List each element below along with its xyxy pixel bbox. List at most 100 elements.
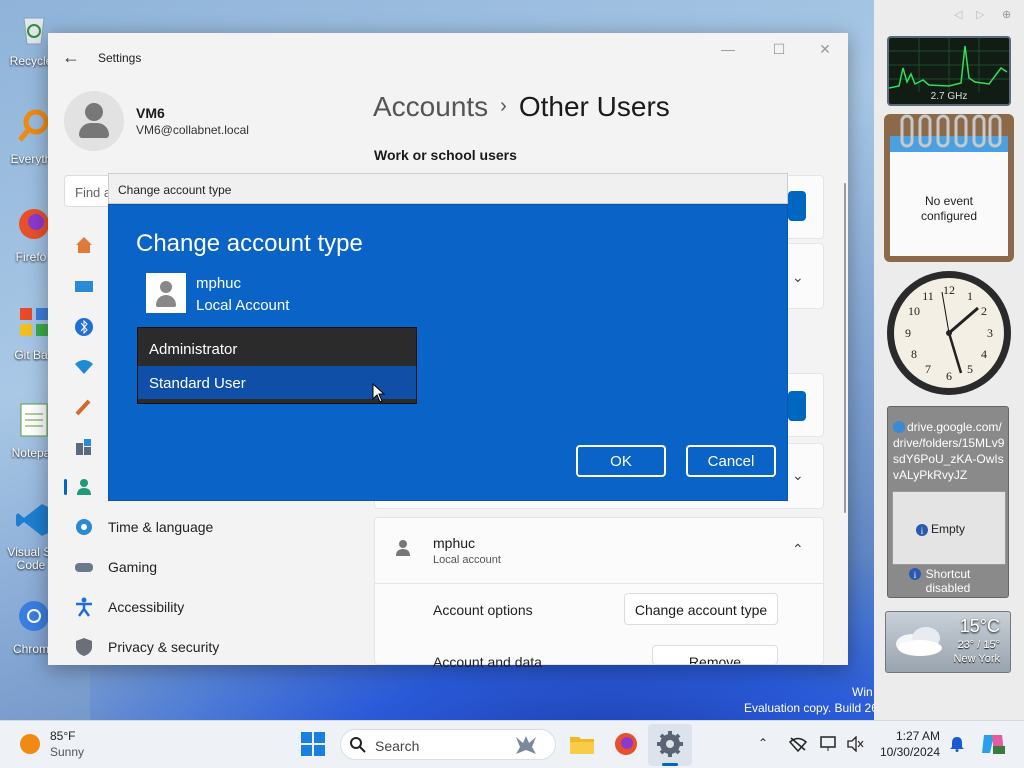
- remove-button[interactable]: Remove: [652, 645, 778, 665]
- calendar-text-line2: configured: [920, 209, 978, 223]
- weather-range: 23° / 15°: [957, 639, 1000, 651]
- start-button[interactable]: [300, 731, 326, 757]
- apps-icon[interactable]: [74, 437, 94, 457]
- section-title: Work or school users: [374, 147, 517, 163]
- notification-bell-icon[interactable]: [948, 736, 966, 752]
- taskbar-date[interactable]: 10/30/2024: [870, 745, 940, 759]
- chevron-up-icon[interactable]: ⌃: [758, 736, 776, 752]
- taskbar-time[interactable]: 1:27 AM: [880, 729, 940, 743]
- ok-button[interactable]: OK: [576, 445, 666, 477]
- copilot-icon[interactable]: [980, 731, 1006, 757]
- dialog-title: Change account type: [118, 183, 232, 197]
- drive-preview: i Empty: [892, 491, 1006, 565]
- dialog-title-bar: Change account type: [108, 173, 788, 204]
- taskbar-weather-temp[interactable]: 85°F: [50, 729, 75, 743]
- settings-gear-icon[interactable]: [656, 730, 684, 758]
- calendar-gadget[interactable]: No event configured: [884, 114, 1014, 262]
- analog-clock-gadget[interactable]: 12 12345 67891011: [884, 268, 1014, 398]
- cancel-button[interactable]: Cancel: [686, 445, 776, 477]
- info-icon: i: [916, 524, 928, 536]
- svg-text:11: 11: [922, 289, 934, 303]
- network-icon[interactable]: [74, 357, 94, 377]
- cpu-meter-gadget[interactable]: 2.7 GHz: [887, 36, 1011, 106]
- sun-icon[interactable]: [20, 734, 40, 754]
- taskbar-weather-desc[interactable]: Sunny: [50, 745, 84, 759]
- chevron-up-icon[interactable]: ⌃: [792, 541, 804, 558]
- svg-text:4: 4: [981, 347, 987, 361]
- add-gadget-icon[interactable]: ⊕: [1002, 8, 1011, 21]
- active-app-indicator: [662, 763, 678, 766]
- dialog-heading: Change account type: [136, 230, 363, 257]
- nav-item-label: Accessibility: [108, 599, 185, 615]
- network-offline-icon[interactable]: [789, 736, 807, 752]
- page-title: Other Users: [518, 91, 670, 122]
- search-icon: [350, 737, 366, 753]
- nav-item-privacy-security[interactable]: Privacy & security: [62, 629, 342, 665]
- cloud-icon: [896, 627, 942, 656]
- gamepad-icon: [75, 563, 93, 572]
- account-data-label: Account and data: [433, 654, 542, 670]
- close-button[interactable]: ✕: [811, 41, 839, 61]
- next-page-icon[interactable]: ▷: [976, 8, 984, 21]
- drive-shortcut-gadget[interactable]: drive.google.com/drive/folders/15MLv9sdY…: [887, 406, 1009, 598]
- svg-text:1: 1: [967, 289, 973, 303]
- nav-item-label: Privacy & security: [108, 639, 220, 655]
- svg-text:3: 3: [987, 326, 993, 340]
- drive-empty-label: Empty: [931, 522, 966, 536]
- display-icon[interactable]: [820, 736, 838, 752]
- breadcrumb-separator: ›: [500, 95, 507, 117]
- home-icon[interactable]: [74, 235, 94, 255]
- watermark-line2: Evaluation copy. Build 26: [744, 701, 878, 715]
- chevron-down-icon[interactable]: ⌄: [792, 269, 804, 286]
- user-name: VM6: [136, 105, 165, 121]
- drive-url: drive.google.com/drive/folders/15MLv9sdY…: [893, 420, 1005, 482]
- add-work-account-button[interactable]: [788, 191, 806, 221]
- chevron-down-icon[interactable]: ⌄: [792, 467, 804, 484]
- user-icon: [396, 540, 410, 556]
- breadcrumb-parent[interactable]: Accounts: [373, 91, 488, 122]
- title-bar: ← Settings — ☐ ✕: [48, 33, 848, 81]
- volume-muted-icon[interactable]: [846, 736, 864, 752]
- svg-text:10: 10: [908, 304, 920, 318]
- shortcut-line2: disabled: [925, 581, 971, 595]
- user-avatar-icon: [146, 273, 186, 313]
- accounts-icon[interactable]: [74, 477, 94, 497]
- nav-item-gaming[interactable]: Gaming: [62, 549, 342, 585]
- calendar-text-line1: No event: [924, 194, 974, 208]
- taskbar-search[interactable]: Search: [340, 729, 556, 760]
- svg-text:6: 6: [946, 369, 952, 383]
- user-email: VM6@collabnet.local: [136, 123, 249, 137]
- svg-text:5: 5: [967, 362, 973, 376]
- svg-text:12: 12: [943, 283, 955, 297]
- minimize-button[interactable]: —: [714, 41, 742, 61]
- nav-item-time-language[interactable]: Time & language: [62, 509, 342, 545]
- svg-text:7: 7: [925, 362, 931, 376]
- cpu-graph-icon: [888, 38, 1009, 92]
- nav-item-label: Time & language: [108, 519, 214, 535]
- shield-icon: [76, 638, 92, 656]
- user-row-type: Local account: [433, 554, 501, 566]
- option-administrator[interactable]: Administrator: [138, 332, 416, 365]
- watermark-line1: Win: [852, 685, 873, 699]
- accessibility-icon: [76, 597, 92, 617]
- prev-page-icon[interactable]: ◁: [954, 8, 962, 21]
- globe-clock-icon: [76, 519, 92, 535]
- back-arrow-icon[interactable]: ←: [62, 47, 82, 67]
- add-account-button[interactable]: [788, 391, 806, 421]
- weather-gadget[interactable]: 15°C 23° / 15° New York: [885, 611, 1011, 673]
- maximize-button[interactable]: ☐: [765, 41, 793, 61]
- firefox-taskbar-icon[interactable]: [612, 730, 640, 758]
- personalization-icon[interactable]: [74, 397, 94, 417]
- dialog-user-name: mphuc: [196, 275, 242, 292]
- mouse-cursor-icon: [372, 383, 386, 403]
- file-explorer-icon[interactable]: [568, 730, 596, 758]
- scrollbar[interactable]: [844, 183, 846, 513]
- search-highlight-icon: [516, 736, 536, 754]
- change-account-type-button[interactable]: Change account type: [624, 593, 778, 625]
- system-icon[interactable]: [74, 277, 94, 297]
- window-title: Settings: [98, 51, 142, 65]
- nav-active-indicator: [64, 479, 67, 495]
- nav-item-accessibility[interactable]: Accessibility: [62, 589, 342, 625]
- shortcut-line1: Shortcut: [925, 567, 971, 581]
- bluetooth-icon[interactable]: [74, 317, 94, 337]
